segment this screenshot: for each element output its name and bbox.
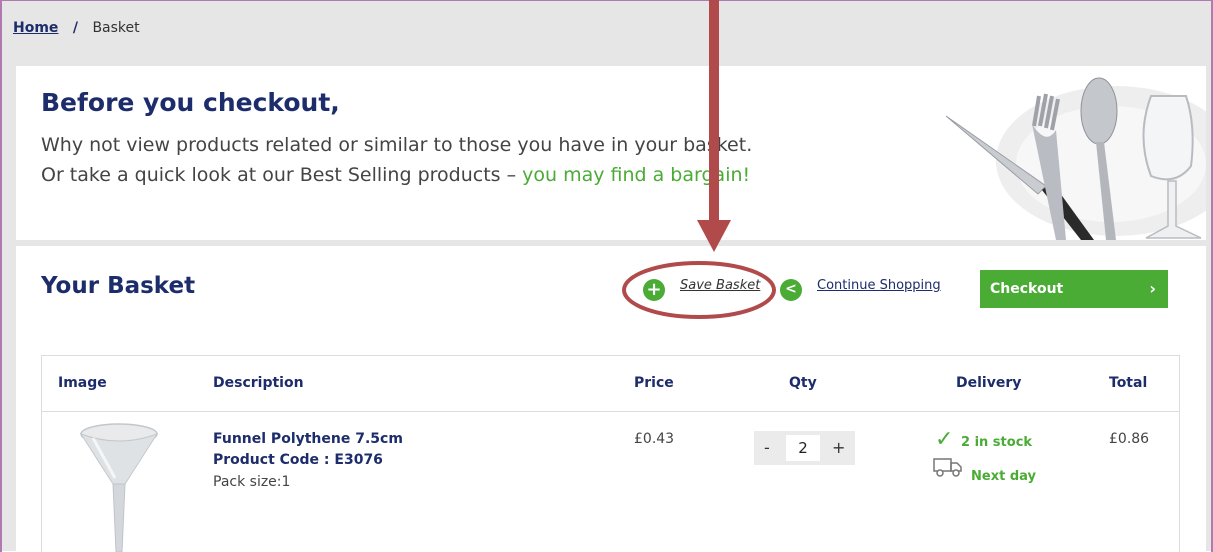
checkout-button[interactable]: Checkout › (980, 270, 1168, 308)
basket-table-header: Image Description Price Qty Delivery Tot… (42, 356, 1179, 412)
product-price: £0.43 (634, 431, 675, 447)
delivery-next-day: Next day (971, 469, 1036, 484)
stock-status: 2 in stock (961, 435, 1033, 450)
qty-input[interactable]: 2 (786, 435, 820, 461)
promo-text-line-2: Or take a quick look at our Best Selling… (41, 164, 750, 186)
continue-shopping-link[interactable]: Continue Shopping (817, 278, 941, 293)
chevron-left-circle-icon[interactable]: < (780, 279, 802, 301)
checkout-promo-banner: Before you checkout, Why not view produc… (16, 66, 1206, 240)
line-total: £0.86 (1109, 431, 1150, 447)
header-qty: Qty (789, 375, 817, 391)
breadcrumb-separator: / (72, 20, 78, 36)
save-basket-link[interactable]: Save Basket (680, 278, 760, 293)
funnel-icon[interactable] (77, 422, 161, 552)
product-pack-size: Pack size:1 (213, 474, 291, 490)
truck-icon (933, 458, 962, 477)
breadcrumb: Home / Basket (13, 20, 140, 36)
breadcrumb-current: Basket (92, 20, 140, 36)
chevron-right-icon: › (1149, 279, 1156, 298)
checkmark-icon: ✓ (935, 427, 954, 452)
basket-panel: Your Basket + Save Basket < Continue Sho… (16, 246, 1206, 552)
product-name[interactable]: Funnel Polythene 7.5cm (213, 431, 403, 447)
header-description: Description (213, 375, 304, 391)
promo-title: Before you checkout, (41, 88, 340, 117)
quantity-stepper: - 2 + (754, 431, 855, 465)
basket-title: Your Basket (41, 273, 196, 299)
checkout-label: Checkout (990, 281, 1064, 297)
cutlery-icon (945, 77, 1206, 240)
breadcrumb-home-link[interactable]: Home (13, 20, 58, 36)
qty-increment-button[interactable]: + (832, 438, 845, 457)
header-price: Price (634, 375, 674, 391)
header-image: Image (58, 375, 107, 391)
promo-text-prefix: Or take a quick look at our Best Selling… (41, 164, 523, 186)
header-delivery: Delivery (956, 375, 1022, 391)
basket-table: Image Description Price Qty Delivery Tot… (41, 355, 1180, 552)
promo-text-line-1: Why not view products related or similar… (41, 134, 753, 156)
qty-decrement-button[interactable]: - (764, 438, 770, 457)
promo-bargain-highlight: you may find a bargain! (522, 164, 751, 186)
plus-circle-icon[interactable]: + (643, 279, 665, 301)
product-code: Product Code : E3076 (213, 452, 383, 468)
header-total: Total (1109, 375, 1148, 391)
